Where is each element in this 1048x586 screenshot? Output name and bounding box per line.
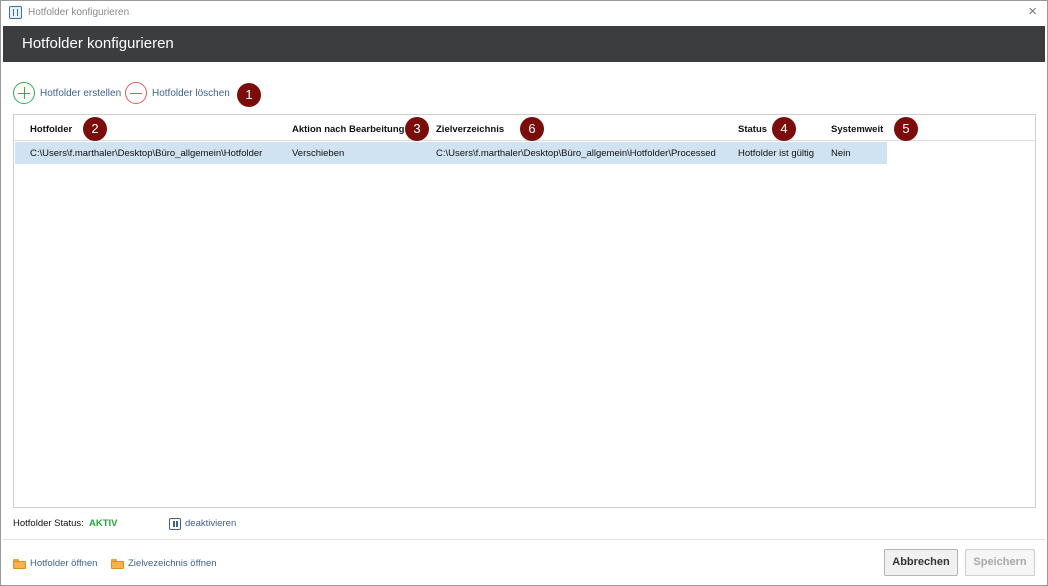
create-hotfolder-button[interactable]: Hotfolder erstellen [13, 82, 121, 104]
hotfolder-table: Hotfolder Aktion nach Bearbeitung Zielve… [13, 114, 1036, 508]
column-header-status[interactable]: Status [738, 124, 767, 135]
open-hotfolder-label: Hotfolder öffnen [30, 558, 98, 569]
pause-icon [169, 517, 181, 530]
delete-hotfolder-button[interactable]: Hotfolder löschen [125, 82, 230, 104]
column-header-action[interactable]: Aktion nach Bearbeitung [292, 124, 404, 135]
dialog-window: Hotfolder konfigurieren × Hotfolder konf… [0, 0, 1048, 586]
deactivate-button[interactable]: deaktivieren [169, 517, 236, 530]
dialog-header: Hotfolder konfigurieren [3, 26, 1045, 62]
callout-badge-2: 2 [83, 117, 107, 141]
folder-icon [111, 558, 124, 569]
callout-badge-1: 1 [237, 83, 261, 107]
footer-divider [3, 539, 1045, 540]
column-header-target[interactable]: Zielverzeichnis [436, 124, 504, 135]
create-hotfolder-label: Hotfolder erstellen [40, 87, 122, 99]
plus-circle-icon [13, 82, 35, 104]
close-icon[interactable]: × [1028, 4, 1037, 20]
cell-hotfolder: C:\Users\f.marthaler\Desktop\Büro_allgem… [30, 148, 263, 159]
save-button[interactable]: Speichern [965, 549, 1035, 576]
column-header-hotfolder[interactable]: Hotfolder [30, 124, 72, 135]
callout-badge-5: 5 [894, 117, 918, 141]
callout-badge-6: 6 [520, 117, 544, 141]
cancel-button[interactable]: Abbrechen [884, 549, 958, 576]
cell-action: Verschieben [292, 148, 345, 159]
hotfolder-status-label: Hotfolder Status: [13, 518, 84, 529]
folder-icon [13, 558, 26, 569]
page-title: Hotfolder konfigurieren [22, 35, 174, 52]
title-bar: Hotfolder konfigurieren × [1, 1, 1047, 25]
deactivate-label: deaktivieren [185, 518, 237, 529]
open-target-folder-label: Zielvezeichnis öffnen [128, 558, 217, 569]
hotfolder-status-value: AKTIV [89, 518, 118, 529]
callout-badge-4: 4 [772, 117, 796, 141]
cell-target: C:\Users\f.marthaler\Desktop\Büro_allgem… [436, 148, 716, 159]
open-target-folder-button[interactable]: Zielvezeichnis öffnen [111, 557, 217, 570]
cell-systemwide: Nein [831, 148, 851, 159]
table-row[interactable]: C:\Users\f.marthaler\Desktop\Büro_allgem… [15, 142, 887, 164]
delete-hotfolder-label: Hotfolder löschen [152, 87, 230, 99]
grid-app-icon [9, 6, 22, 19]
minus-circle-icon [125, 82, 147, 104]
callout-badge-3: 3 [405, 117, 429, 141]
open-hotfolder-button[interactable]: Hotfolder öffnen [13, 557, 97, 570]
window-title: Hotfolder konfigurieren [28, 7, 130, 18]
cell-status: Hotfolder ist gültig [738, 148, 815, 159]
column-header-systemwide[interactable]: Systemweit [831, 124, 883, 135]
